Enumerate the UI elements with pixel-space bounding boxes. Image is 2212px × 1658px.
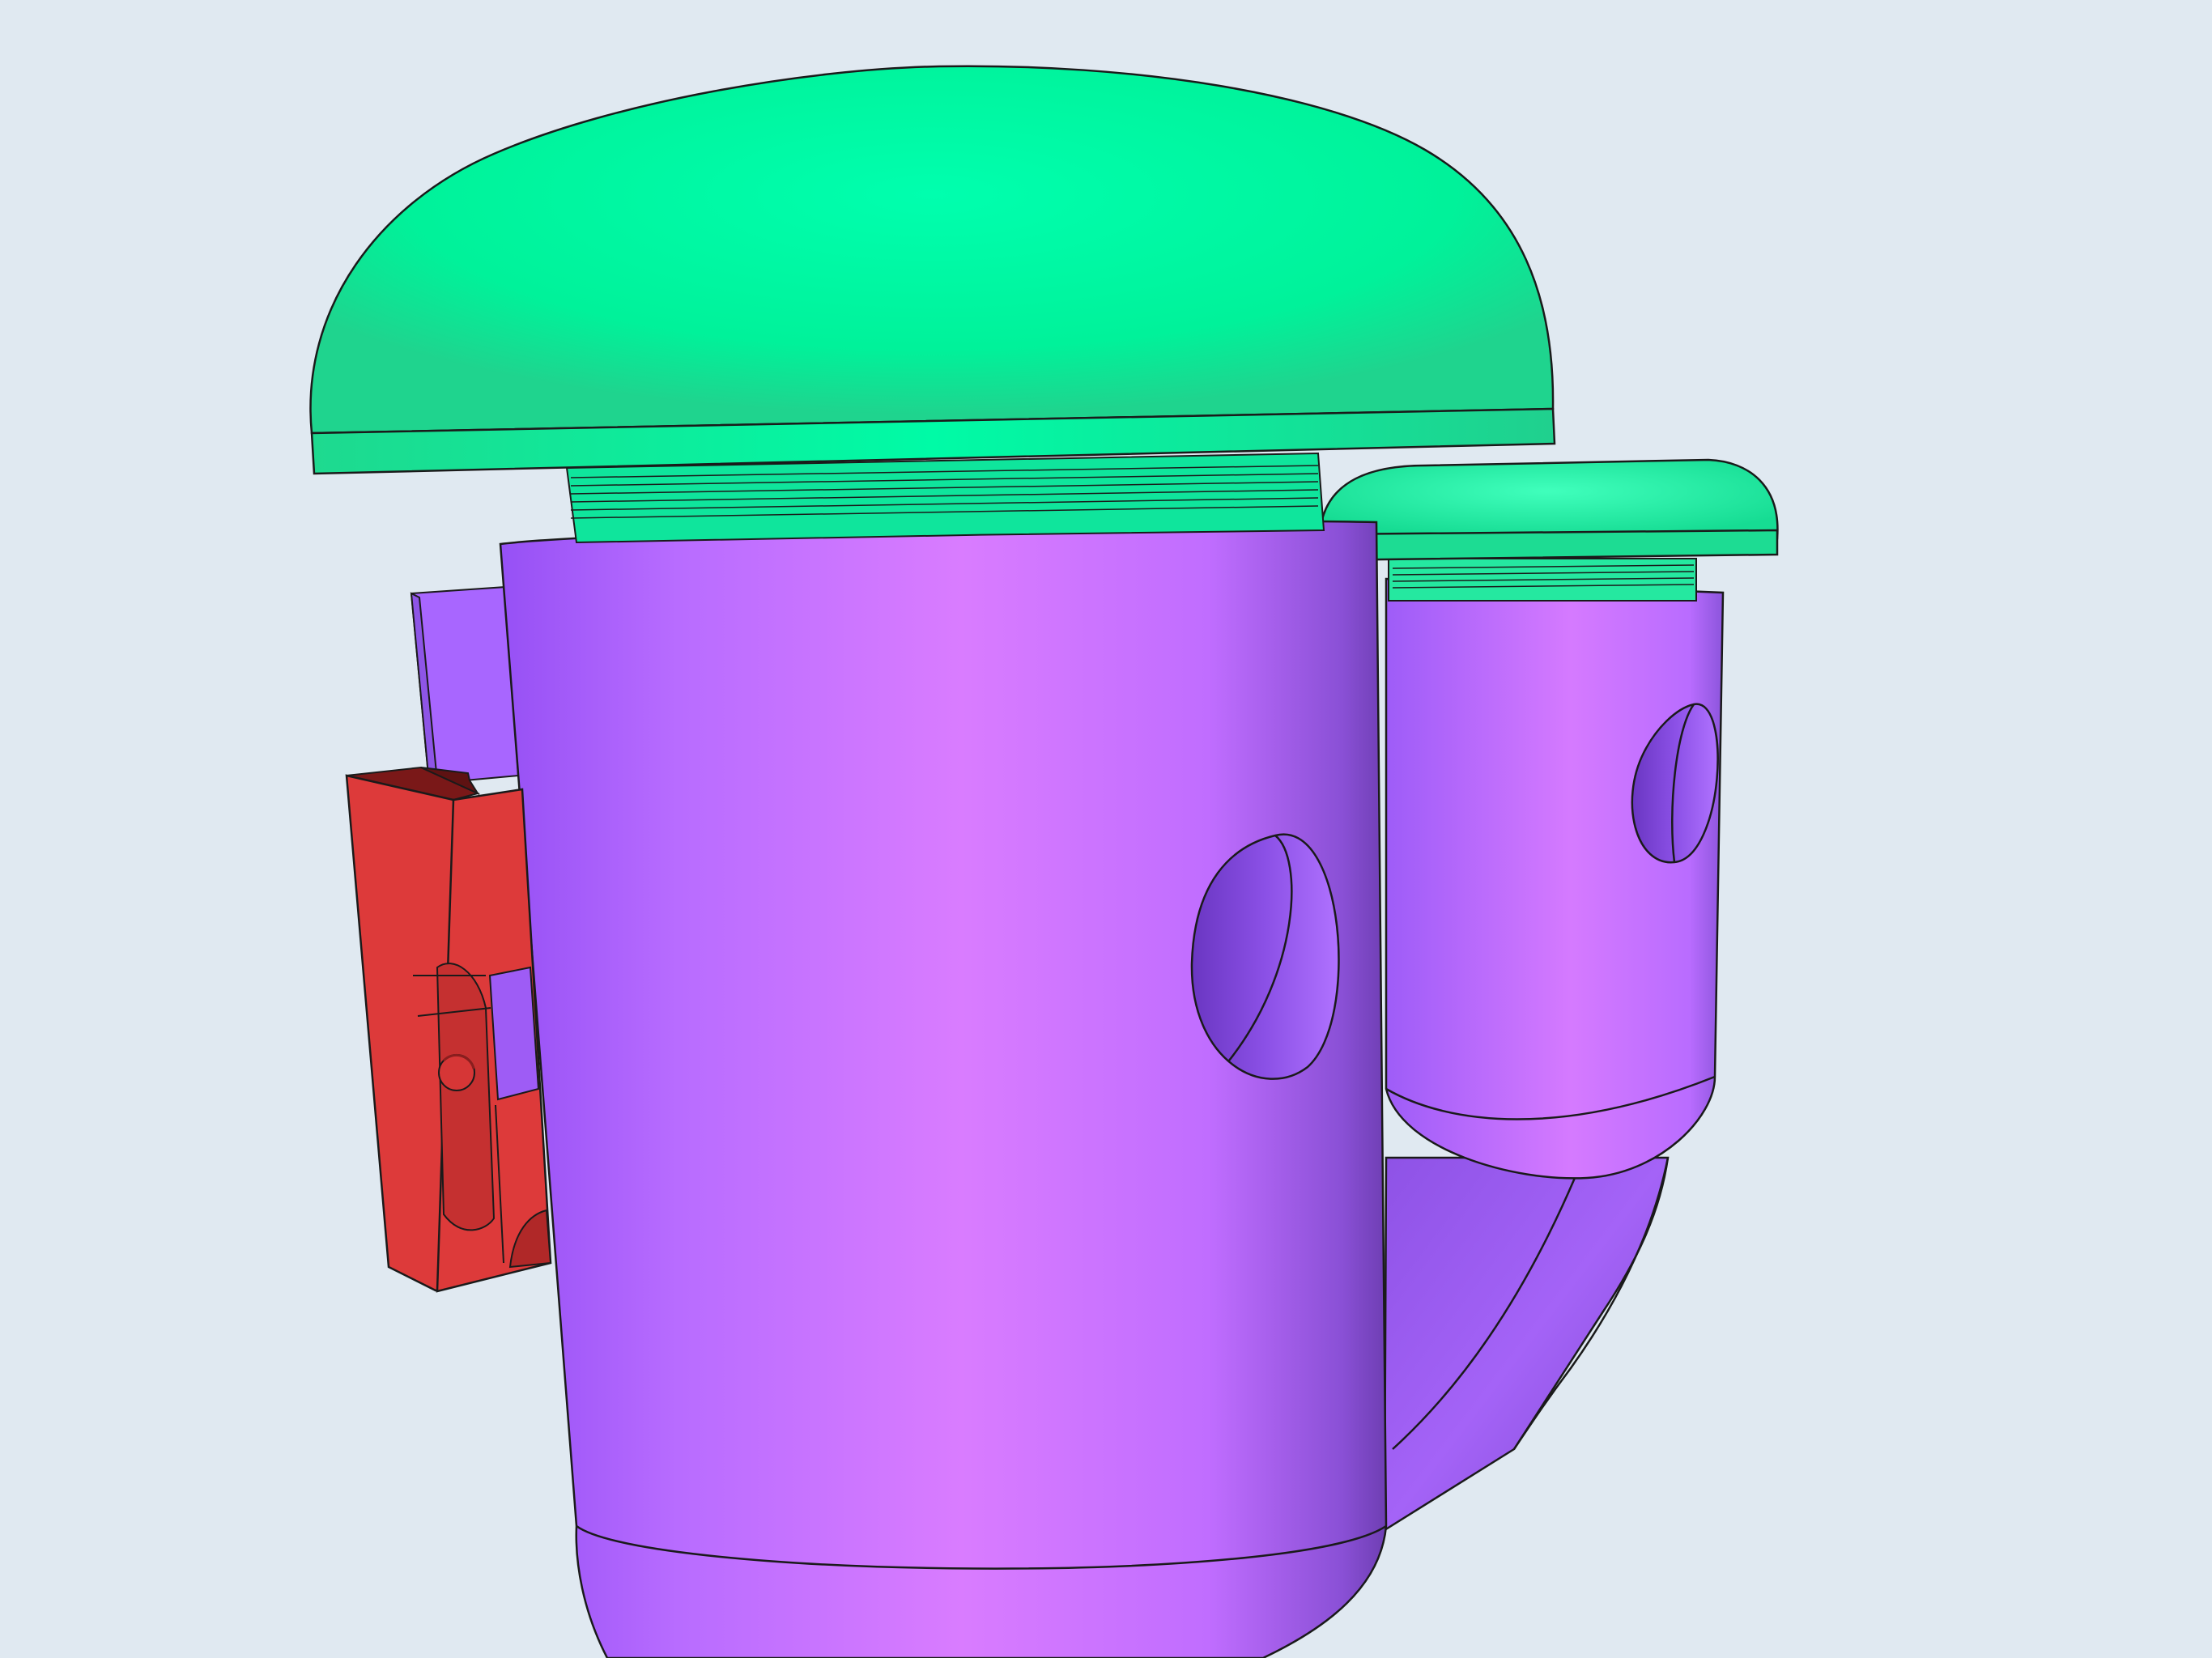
large-body — [499, 520, 1388, 1658]
clip-block — [345, 766, 552, 1293]
small-cap — [1318, 458, 1779, 602]
3d-model-render — [309, 65, 1779, 1658]
elbow-pipe — [1383, 1156, 1670, 1533]
large-cap — [309, 65, 1556, 544]
back-mount-plate — [410, 585, 520, 785]
clip-pin — [438, 1054, 475, 1091]
small-body — [1385, 577, 1725, 1180]
model-viewport[interactable] — [0, 0, 2212, 1658]
